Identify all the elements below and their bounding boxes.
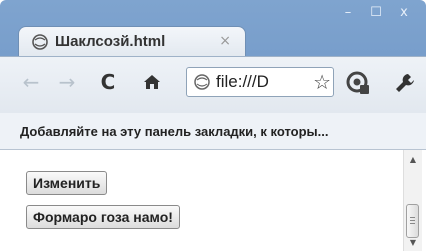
page-content: Изменить Формаро гоза намо! ▲ ▼ — [0, 150, 426, 251]
page-favicon-icon — [31, 33, 49, 51]
home-icon — [144, 75, 160, 89]
home-button[interactable] — [140, 69, 164, 95]
scroll-thumb[interactable] — [406, 204, 419, 238]
forward-button[interactable]: → — [56, 69, 78, 95]
close-window-button[interactable]: x — [390, 4, 418, 20]
submit-button[interactable]: Формаро гоза намо! — [26, 205, 180, 229]
back-button[interactable]: ← — [20, 69, 42, 95]
browser-window: – ☐ x Шаклсозй.html × ← → C file:///D ☆ … — [0, 0, 426, 251]
scroll-up-icon[interactable]: ▲ — [404, 152, 422, 166]
address-text: file:///D — [216, 72, 269, 91]
scroll-down-icon[interactable]: ▼ — [404, 235, 422, 249]
tab-close-icon[interactable]: × — [219, 33, 231, 49]
maximize-button[interactable]: ☐ — [362, 4, 390, 20]
browser-tab[interactable]: Шаклсозй.html × — [18, 26, 246, 56]
vertical-scrollbar[interactable]: ▲ ▼ — [403, 150, 422, 251]
bookmarks-bar: Добавляйте на эту панель закладки, к кот… — [0, 113, 426, 150]
reload-button[interactable]: C — [96, 69, 120, 95]
window-controls: – ☐ x — [334, 4, 418, 20]
browser-toolbar: ← → C file:///D ☆ — [0, 56, 426, 113]
bookmark-star-icon[interactable]: ☆ — [313, 70, 331, 94]
bookmarks-hint: Добавляйте на эту панель закладки, к кот… — [20, 123, 329, 139]
edit-button[interactable]: Изменить — [26, 171, 108, 195]
tab-title: Шаклсозй.html — [55, 33, 166, 50]
page-globe-icon — [194, 74, 210, 90]
address-bar[interactable]: file:///D ☆ — [186, 67, 334, 97]
wrench-icon — [396, 74, 414, 92]
extension-button[interactable] — [344, 69, 372, 97]
minimize-button[interactable]: – — [334, 4, 362, 20]
extension-icon — [346, 71, 369, 94]
settings-button[interactable] — [392, 69, 418, 97]
